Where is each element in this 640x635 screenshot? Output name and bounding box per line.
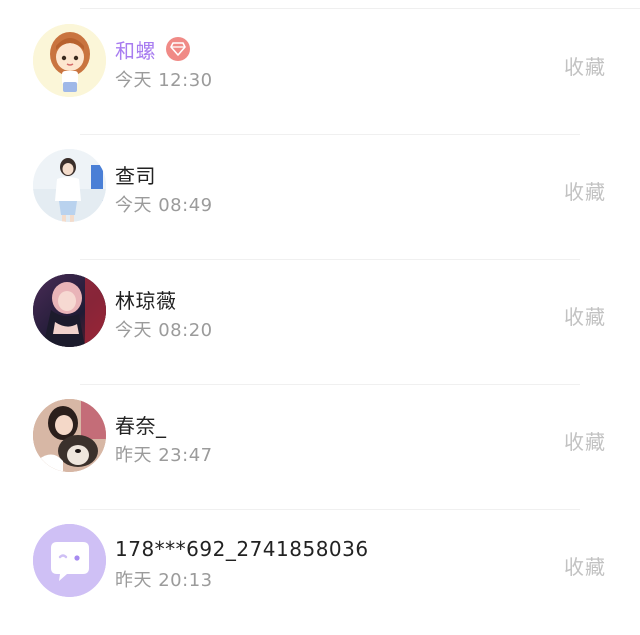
favorite-button[interactable]: 收藏 — [564, 51, 606, 80]
woman-with-dog-avatar-icon — [33, 399, 106, 472]
user-name[interactable]: 查司 — [115, 160, 156, 189]
name-line: 春奈_ — [115, 410, 167, 438]
name-line: 和螺 — [115, 35, 190, 63]
girl-cartoon-avatar-icon — [33, 24, 106, 97]
message-time: 今天 12:30 — [115, 70, 213, 91]
user-name[interactable]: 178***692_2741858036 — [115, 537, 369, 561]
favorite-button[interactable]: 收藏 — [564, 551, 606, 580]
name-line: 178***692_2741858036 — [115, 535, 369, 563]
avatar[interactable] — [33, 24, 106, 97]
list-item[interactable]: 和螺 今天 12:30 收藏 — [0, 10, 640, 135]
list-item[interactable]: 查司 今天 08:49 收藏 — [0, 135, 640, 260]
message-time: 昨天 20:13 — [115, 570, 213, 591]
message-time: 今天 08:20 — [115, 320, 213, 341]
avatar[interactable] — [33, 149, 106, 222]
woman-photo-avatar-icon — [33, 274, 106, 347]
favorite-button[interactable]: 收藏 — [564, 176, 606, 205]
list-item[interactable]: 林琼薇 今天 08:20 收藏 — [0, 260, 640, 385]
avatar[interactable] — [33, 399, 106, 472]
message-time: 今天 08:49 — [115, 195, 213, 216]
default-chat-avatar-icon — [33, 524, 106, 597]
top-divider — [80, 8, 640, 9]
avatar[interactable] — [33, 524, 106, 597]
message-time: 昨天 23:47 — [115, 445, 213, 466]
name-line: 查司 — [115, 160, 156, 188]
list-item[interactable]: 春奈_ 昨天 23:47 收藏 — [0, 385, 640, 510]
list-item[interactable]: 178***692_2741858036 昨天 20:13 收藏 — [0, 510, 640, 635]
name-line: 林琼薇 — [115, 285, 177, 313]
favorite-button[interactable]: 收藏 — [564, 301, 606, 330]
favorite-button[interactable]: 收藏 — [564, 426, 606, 455]
avatar[interactable] — [33, 274, 106, 347]
user-name[interactable]: 春奈_ — [115, 410, 167, 439]
vip-diamond-icon — [166, 37, 190, 61]
girl-photo-avatar-icon — [33, 149, 106, 222]
user-name[interactable]: 和螺 — [115, 35, 156, 64]
user-name[interactable]: 林琼薇 — [115, 285, 177, 314]
